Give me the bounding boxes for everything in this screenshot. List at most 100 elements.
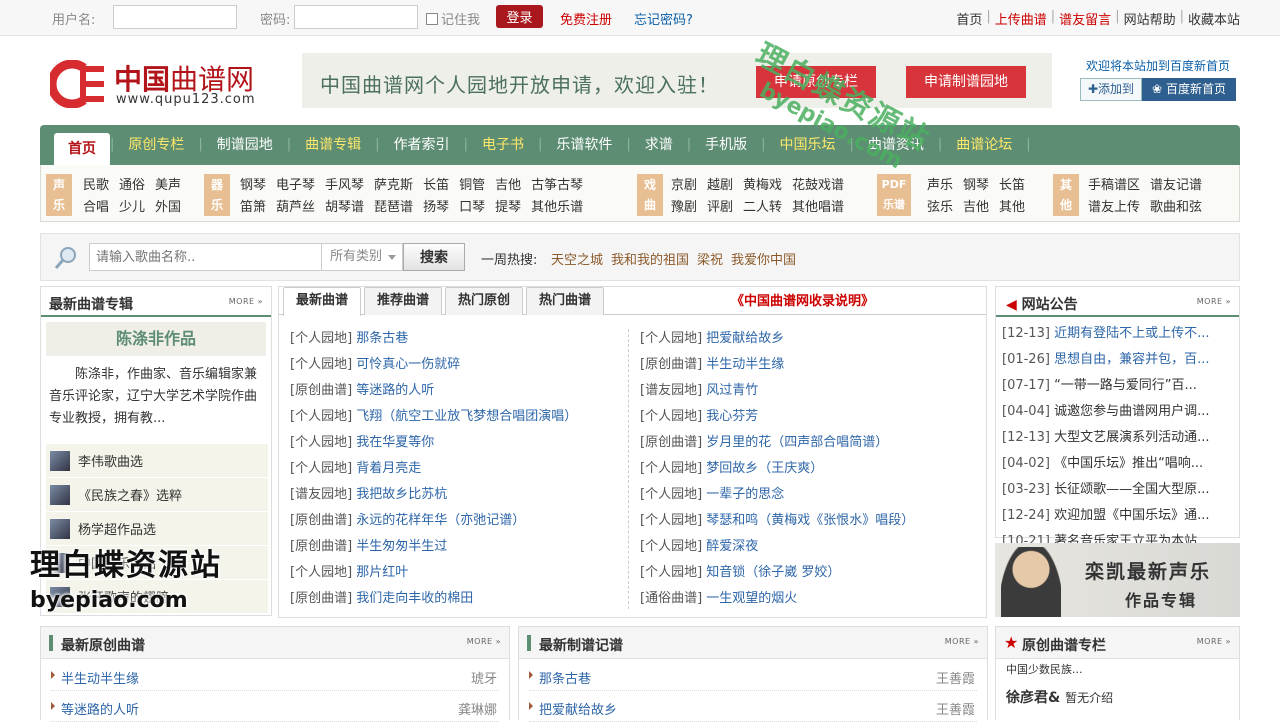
song-item[interactable]: [个人园地] 知音锁（徐子崴 罗姣）	[640, 561, 914, 587]
category-link[interactable]: 琵琶谱	[374, 196, 413, 218]
category-link[interactable]: 吉他	[495, 174, 521, 196]
nav-item[interactable]: 制谱园地	[203, 133, 287, 165]
category-link[interactable]: 手稿谱区	[1088, 174, 1140, 196]
album-name[interactable]: 李伟歌曲选	[78, 451, 143, 470]
notice-text[interactable]: 长征颂歌——全国大型原...	[1054, 482, 1209, 497]
song-item[interactable]: [个人园地] 梦回故乡（王庆爽）	[640, 457, 914, 483]
list-item[interactable]: 把爱献给故乡 王善霞	[529, 692, 977, 722]
category-link[interactable]: 提琴	[495, 196, 521, 218]
category-link[interactable]: 古筝古琴	[531, 174, 583, 196]
nav-item[interactable]: 原创专栏	[114, 133, 198, 165]
song-title[interactable]: 知音锁（徐子崴 罗姣）	[706, 565, 840, 580]
notice-item[interactable]: [12-13] 近期有登陆不上或上传不...	[1002, 322, 1234, 348]
song-item[interactable]: [原创曲谱] 永远的花样年华（亦弛记谱）	[290, 509, 577, 535]
category-link[interactable]: 谱友上传	[1088, 196, 1140, 218]
category-link[interactable]: 长笛	[423, 174, 449, 196]
username-input[interactable]	[113, 5, 237, 29]
header-banner[interactable]: 中国曲谱网个人园地开放申请，欢迎入驻！ 申请原创专栏 申请制谱园地	[302, 53, 1052, 108]
list-item[interactable]: 半生动半生缘 琥牙	[51, 661, 499, 691]
hot-search-item[interactable]: 天空之城	[551, 249, 603, 268]
notice-text[interactable]: 《中国乐坛》推出“唱响...	[1054, 456, 1203, 471]
song-item[interactable]: [个人园地] 那片红叶	[290, 561, 577, 587]
category-link[interactable]: 笛箫	[240, 196, 266, 218]
song-title[interactable]: 岁月里的花（四声部合唱简谱）	[706, 435, 888, 450]
favorite-hint[interactable]: 欢迎将本站加到百度新首页	[1086, 57, 1230, 74]
song-item[interactable]: [个人园地] 把爱献给故乡	[640, 327, 914, 353]
notice-item[interactable]: [03-23] 长征颂歌——全国大型原...	[1002, 478, 1234, 504]
song-item[interactable]: [原创曲谱] 岁月里的花（四声部合唱简谱）	[640, 431, 914, 457]
category-tag[interactable]: 戏曲	[637, 174, 663, 216]
category-link[interactable]: 歌曲和弦	[1150, 196, 1202, 218]
notice-text[interactable]: 诚邀您参与曲谱网用户调...	[1054, 404, 1209, 419]
category-link[interactable]: 合唱	[83, 196, 109, 218]
song-category[interactable]: [个人园地]	[290, 435, 352, 450]
song-title[interactable]: 半生动半生缘	[61, 668, 139, 687]
song-item[interactable]: [个人园地] 我心芬芳	[640, 405, 914, 431]
song-category[interactable]: [原创曲谱]	[290, 513, 352, 528]
song-category[interactable]: [个人园地]	[640, 409, 702, 424]
category-link[interactable]: 钢琴	[240, 174, 266, 196]
category-link[interactable]: 美声	[155, 174, 181, 196]
song-title[interactable]: 把爱献给故乡	[706, 331, 784, 346]
song-title[interactable]: 那条古巷	[356, 331, 408, 346]
song-category[interactable]: [个人园地]	[290, 331, 352, 346]
song-category[interactable]: [个人园地]	[640, 565, 702, 580]
song-category[interactable]: [原创曲谱]	[640, 435, 702, 450]
nav-item[interactable]: 电子书	[468, 133, 538, 165]
category-link[interactable]: 黄梅戏	[743, 174, 782, 196]
song-item[interactable]: [个人园地] 飞翔（航空工业放飞梦想合唱团演唱）	[290, 405, 577, 431]
song-title[interactable]: 等迷路的人听	[356, 383, 434, 398]
more-link[interactable]: MORE »	[229, 297, 263, 306]
search-button[interactable]: 搜索	[403, 243, 465, 271]
checkbox-icon[interactable]	[426, 12, 438, 25]
category-link[interactable]: 萨克斯	[374, 174, 413, 196]
category-link[interactable]: 越剧	[707, 174, 733, 196]
notice-item[interactable]: [12-24] 欢迎加盟《中国乐坛》通...	[1002, 504, 1234, 530]
song-category[interactable]: [原创曲谱]	[290, 539, 352, 554]
song-item[interactable]: [通俗曲谱] 一生观望的烟火	[640, 587, 914, 613]
top-link[interactable]: 谱友留言	[1059, 9, 1111, 28]
category-link[interactable]: 二人转	[743, 196, 782, 218]
category-tag[interactable]: 声乐	[46, 174, 72, 216]
album-item[interactable]: 《民族之春》选粹	[46, 478, 268, 512]
more-link[interactable]: MORE »	[1197, 637, 1231, 646]
category-link[interactable]: 手风琴	[325, 174, 364, 196]
song-item[interactable]: [个人园地] 一辈子的思念	[640, 483, 914, 509]
song-title[interactable]: 醉爱深夜	[706, 539, 758, 554]
promo-banner[interactable]: 栾凯最新声乐 作品专辑	[995, 543, 1240, 617]
baidu-home-button[interactable]: ❀ 百度新首页	[1142, 78, 1236, 101]
column-author[interactable]: 徐彦君& 暂无介绍	[1006, 687, 1113, 707]
song-item[interactable]: [原创曲谱] 等迷路的人听	[290, 379, 577, 405]
song-category[interactable]: [原创曲谱]	[640, 357, 702, 372]
top-link[interactable]: 首页	[956, 9, 982, 28]
song-title[interactable]: 我把故乡比苏杭	[356, 487, 447, 502]
list-item[interactable]: 那条古巷 王善霞	[529, 661, 977, 691]
apply-garden-button[interactable]: 申请制谱园地	[906, 66, 1026, 98]
song-item[interactable]: [个人园地] 琴瑟和鸣（黄梅戏《张恨水》唱段）	[640, 509, 914, 535]
hot-search-item[interactable]: 梁祝	[697, 249, 723, 268]
tab[interactable]: 热门曲谱	[526, 287, 605, 315]
song-title[interactable]: 我心芬芳	[706, 409, 758, 424]
song-title[interactable]: 等迷路的人听	[61, 699, 139, 718]
song-category[interactable]: [谱友园地]	[290, 487, 352, 502]
song-title[interactable]: 半生动半生缘	[706, 357, 784, 372]
login-button[interactable]: 登录	[496, 5, 543, 28]
tab[interactable]: 最新曲谱	[283, 287, 362, 316]
more-link[interactable]: MORE »	[945, 637, 979, 646]
category-link[interactable]: 吉他	[963, 196, 989, 218]
notice-item[interactable]: [04-04] 诚邀您参与曲谱网用户调...	[1002, 400, 1234, 426]
notice-item[interactable]: [12-13] 大型文艺展演系列活动通...	[1002, 426, 1234, 452]
song-item[interactable]: [个人园地] 我在华夏等你	[290, 431, 577, 457]
song-item[interactable]: [原创曲谱] 半生匆匆半生过	[290, 535, 577, 561]
song-title[interactable]: 我们走向丰收的棉田	[356, 591, 473, 606]
collection-notice-link[interactable]: 《中国曲谱网收录说明》	[731, 290, 874, 309]
song-category[interactable]: [个人园地]	[290, 565, 352, 580]
album-item[interactable]: 李伟歌曲选	[46, 444, 268, 478]
nav-item[interactable]: 求谱	[631, 133, 687, 165]
forgot-password-link[interactable]: 忘记密码?	[634, 9, 693, 28]
song-item[interactable]: [个人园地] 背着月亮走	[290, 457, 577, 483]
song-title[interactable]: 那片红叶	[356, 565, 408, 580]
category-link[interactable]: 铜管	[459, 174, 485, 196]
notice-item[interactable]: [04-02] 《中国乐坛》推出“唱响...	[1002, 452, 1234, 478]
song-item[interactable]: [个人园地] 醉爱深夜	[640, 535, 914, 561]
